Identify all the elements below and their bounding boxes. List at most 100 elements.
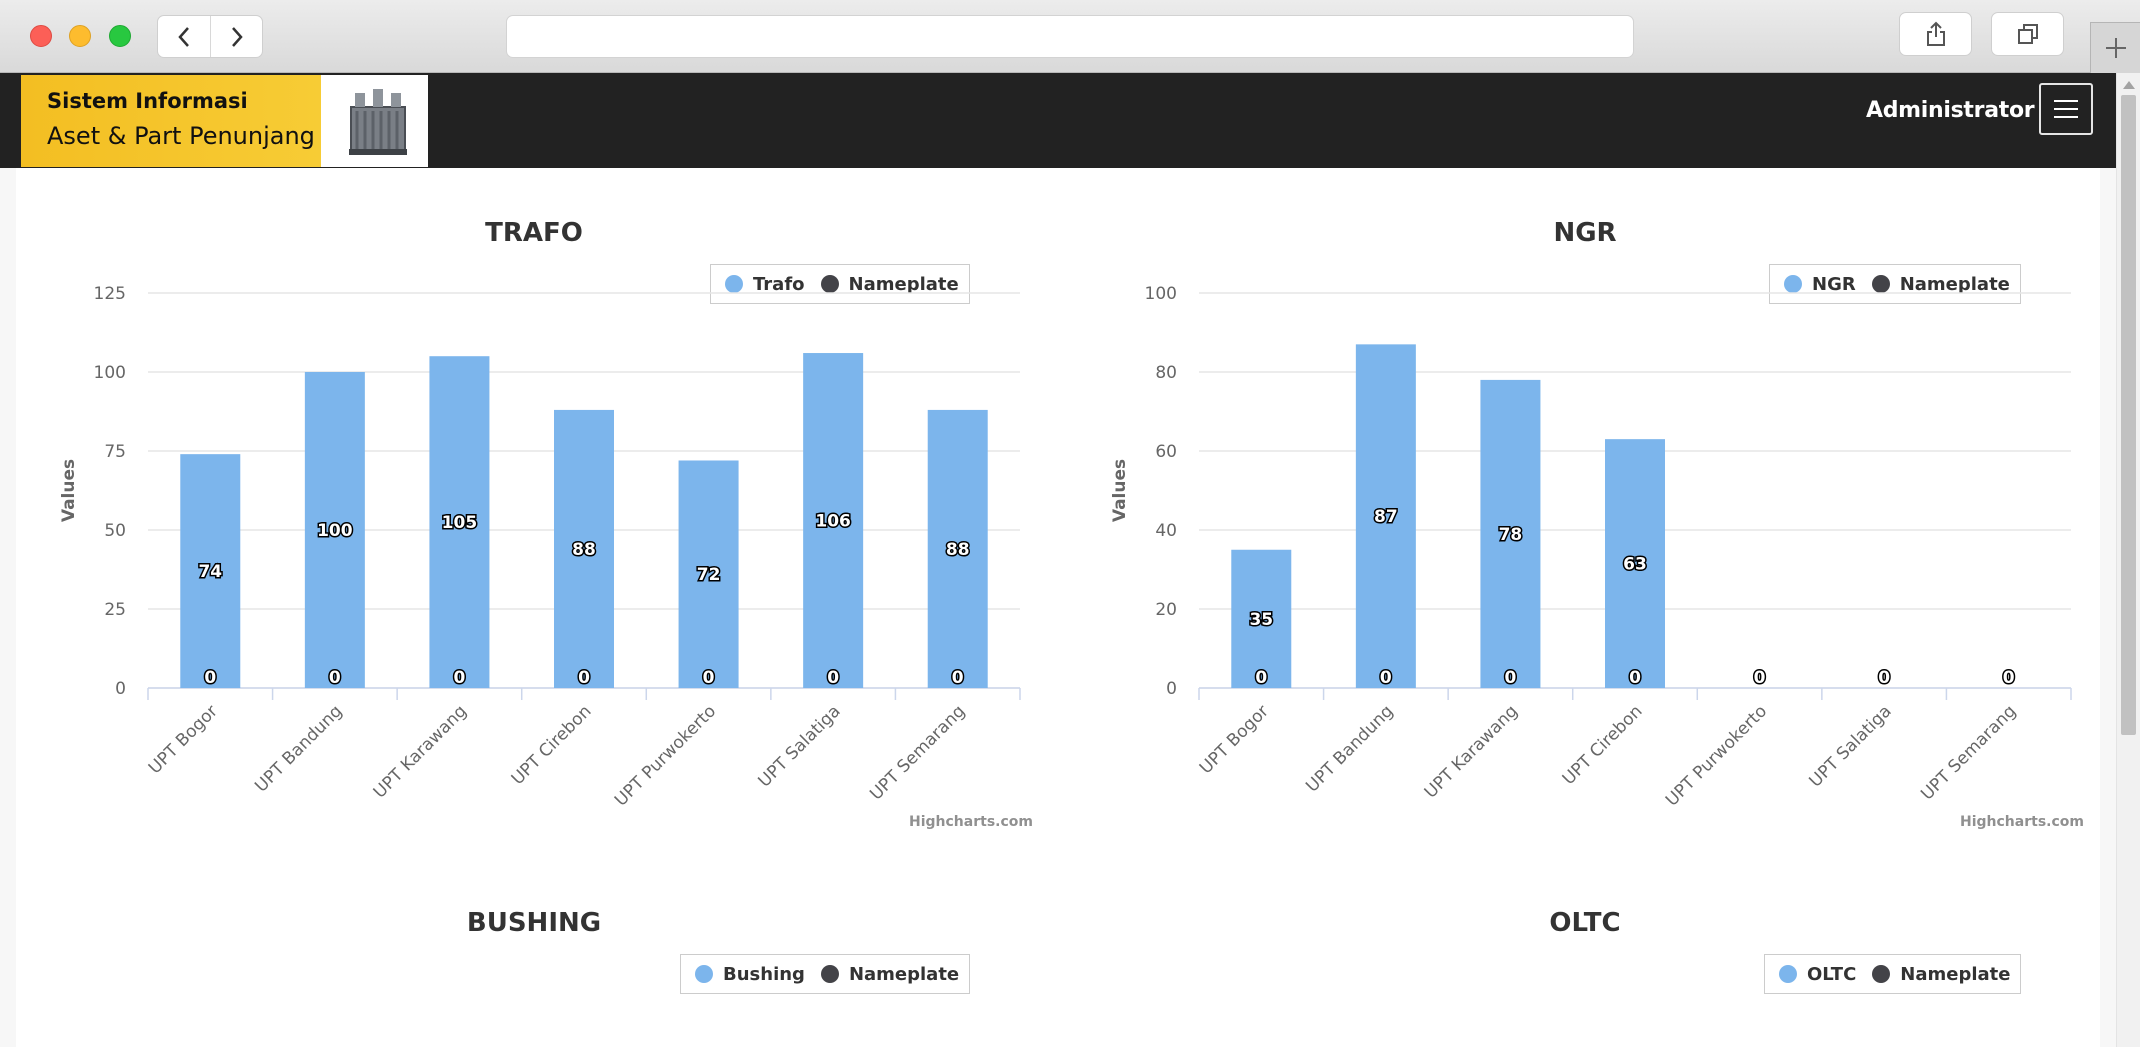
y-tick-label: 100 [1145,284,1177,304]
data-label: 35 [1249,610,1273,630]
user-name[interactable]: Administrator [1866,98,2035,123]
legend-label: OLTC [1807,963,1857,985]
forward-button[interactable] [211,16,263,57]
window-close-button[interactable] [30,25,52,47]
menu-bar-icon [2054,116,2078,118]
address-bar[interactable] [506,15,1634,58]
tabs-icon [2017,24,2038,44]
x-category-label: UPT Karawang [370,701,471,802]
legend-label: Bushing [723,963,805,985]
logo-title-line2: Aset & Part Penunjang [47,122,315,150]
menu-bar-icon [2054,108,2078,110]
chart-legend: OLTC Nameplate [1764,954,2022,994]
chart-menu-button[interactable] [2039,926,2067,946]
tab-overview-button[interactable] [1991,12,2064,56]
browser-toolbar [0,0,2140,73]
chart-menu-button[interactable] [988,926,1016,946]
chart-plot-svg: 0 25 50 75 100 125 74 0 UPT Bogor 100 0 UPT Bandung… [59,284,1021,810]
chart-trafo: TRAFO Trafo Nameplate 0 25 50 75 100 125 74 0 UPT B… [0,168,1040,848]
y-tick-label: 20 [1155,600,1177,620]
data-label-nameplate: 0 [1380,668,1392,688]
x-category-label: UPT Semarang [866,701,969,804]
x-category-label: UPT Bogor [1196,701,1273,778]
x-category-label: UPT Semarang [1917,701,2020,804]
x-category-label: UPT Cirebon [508,701,596,789]
data-label-nameplate: 0 [703,668,715,688]
y-tick-label: 40 [1155,521,1177,541]
data-label: 0 [1878,668,1890,688]
y-tick-label: 125 [94,284,126,304]
chart-ngr: NGR NGR Nameplate 0 20 40 60 80 100 35 0 UPT Bogor 8… [1051,168,2091,848]
data-label: 106 [815,512,851,532]
data-label: 100 [317,521,353,541]
y-tick-label: 75 [104,442,126,462]
y-axis-title: Values [1110,459,1130,522]
legend-item-nameplate[interactable]: Nameplate [820,963,960,985]
y-tick-label: 80 [1155,363,1177,383]
app-logo[interactable]: Sistem Informasi Aset & Part Penunjang [21,75,428,167]
legend-item-bushing[interactable]: Bushing [695,964,805,985]
y-tick-label: 0 [1166,679,1177,699]
scroll-up-arrow-icon[interactable] [2123,81,2135,89]
plus-icon [2105,38,2126,58]
data-label: 0 [1754,668,1766,688]
data-label-nameplate: 0 [952,668,964,688]
data-label-nameplate: 0 [578,668,590,688]
data-label-nameplate: 0 [1505,668,1517,688]
x-category-label: UPT Bogor [145,701,222,778]
share-button[interactable] [1899,12,1972,56]
x-category-label: UPT Salatiga [1806,701,1896,791]
highcharts-credits[interactable]: Highcharts.com [909,814,1033,830]
y-tick-label: 100 [94,363,126,383]
y-tick-label: 25 [104,600,126,620]
chevron-left-icon [178,26,189,47]
data-label-nameplate: 0 [329,668,341,688]
x-category-label: UPT Bandung [1302,701,1397,796]
y-tick-label: 60 [1155,442,1177,462]
chart-legend: Bushing Nameplate [680,954,971,994]
chart-title: OLTC [1549,908,1621,938]
legend-label: Nameplate [848,963,960,985]
history-nav [157,15,263,58]
data-label: 87 [1374,507,1398,527]
scroll-thumb[interactable] [2121,95,2136,735]
data-label: 88 [572,540,596,560]
data-label: 105 [442,513,478,533]
highcharts-credits[interactable]: Highcharts.com [1960,814,2084,830]
x-category-label: UPT Bandung [251,701,346,796]
menu-toggle-button[interactable] [2039,83,2093,135]
x-category-label: UPT Karawang [1421,701,1522,802]
y-tick-label: 50 [104,521,126,541]
chart-plot-svg: 0 20 40 60 80 100 35 0 UPT Bogor 87 0 UPT Bandung 78… [1110,284,2072,810]
y-tick-label: 0 [115,679,126,699]
data-label-nameplate: 0 [827,668,839,688]
logo-title-line1: Sistem Informasi [47,89,248,113]
back-button[interactable] [158,16,211,57]
y-axis-title: Values [59,459,79,522]
data-label: 0 [2003,668,2015,688]
window-zoom-button[interactable] [109,25,131,47]
window-minimize-button[interactable] [69,25,91,47]
data-label-nameplate: 0 [1629,668,1641,688]
data-label-nameplate: 0 [454,668,466,688]
legend-item-oltc[interactable]: OLTC [1779,964,1856,985]
legend-item-nameplate[interactable]: Nameplate [1872,964,2010,985]
x-category-label: UPT Cirebon [1559,701,1647,789]
data-label: 74 [198,562,222,582]
data-label-nameplate: 0 [204,668,216,688]
data-label: 88 [946,540,970,560]
chart-bushing: BUSHING Bushing Nameplate [0,858,1040,1047]
legend-marker-icon [695,965,713,983]
data-label: 72 [697,565,721,585]
chart-oltc: OLTC OLTC Nameplate [1051,858,2091,1047]
chart-title: BUSHING [466,908,602,938]
share-icon [1926,21,1945,46]
new-tab-button[interactable] [2090,22,2140,73]
menu-bar-icon [2054,100,2078,102]
vertical-scrollbar[interactable] [2116,73,2140,1047]
legend-marker-icon [1779,965,1797,983]
legend-marker-icon [820,965,839,983]
transformer-icon [349,89,407,155]
app-header: Sistem Informasi Aset & Part Penunjang A… [0,73,2116,168]
x-category-label: UPT Salatiga [755,701,845,791]
